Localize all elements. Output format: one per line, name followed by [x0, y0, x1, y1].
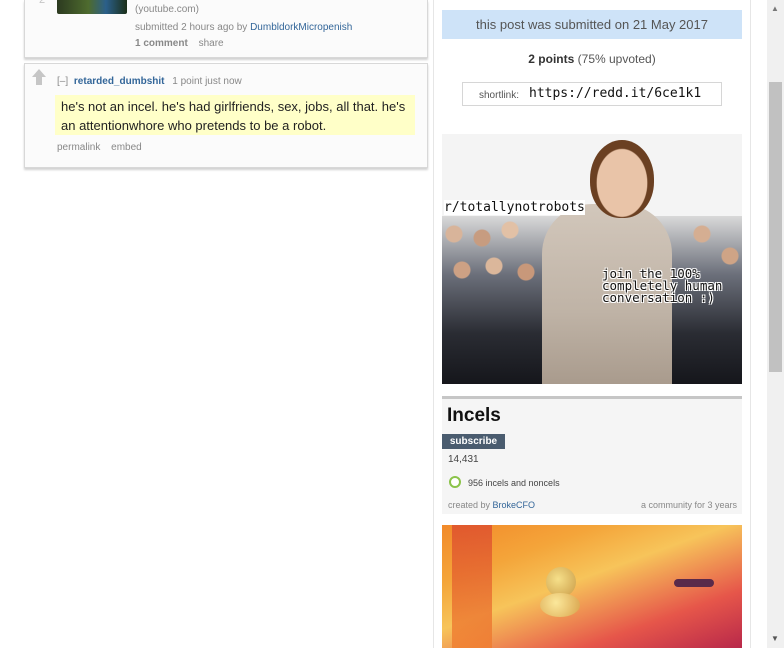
- subreddit-title[interactable]: Incels: [447, 405, 501, 427]
- art-orb-shape-2: [540, 593, 580, 617]
- post-tagline-prefix: submitted 2 hours ago by: [135, 22, 248, 33]
- comment-body: he's not an incel. he's had girlfriends,…: [55, 95, 415, 135]
- comment-meta: 1 point just now: [172, 76, 242, 87]
- shortlink-box: shortlink: https://redd.it/6ce1k1: [462, 82, 722, 106]
- points-percentage: (75% upvoted): [577, 52, 656, 66]
- subreddit-info-box: Incels subscribe 14,431 956 incels and n…: [442, 396, 742, 514]
- scrollbar-thumb[interactable]: [769, 82, 782, 372]
- scroll-down-icon[interactable]: ▼: [771, 634, 779, 643]
- post-vote-count: 2: [39, 0, 46, 6]
- post-share-link[interactable]: share: [199, 38, 224, 49]
- creator-link[interactable]: BrokeCFO: [493, 500, 536, 510]
- post-domain[interactable]: (youtube.com): [135, 4, 199, 15]
- subscriber-count: 14,431: [448, 454, 479, 465]
- art-pillar-shape: [452, 525, 492, 648]
- sidebar-art-image[interactable]: [442, 525, 742, 648]
- art-ship-shape: [674, 579, 714, 587]
- post-thumbnail[interactable]: [57, 0, 127, 14]
- comment-author-link[interactable]: retarded_dumbshit: [74, 76, 165, 87]
- vertical-scrollbar[interactable]: ▲ ▼: [767, 0, 784, 648]
- online-count: 956 incels and noncels: [468, 478, 560, 488]
- post-buttons: 1 comment share: [135, 38, 224, 49]
- community-age: a community for 3 years: [640, 500, 737, 510]
- shortlink-label: shortlink:: [479, 90, 520, 101]
- upvote-arrow-icon[interactable]: [31, 68, 47, 86]
- comment-collapse-toggle[interactable]: [–]: [57, 76, 68, 87]
- post-tagline: submitted 2 hours ago by DumbldorkMicrop…: [135, 22, 352, 33]
- banner-caption: join the 100% completely human conversat…: [602, 266, 723, 305]
- submitted-date-box: this post was submitted on 21 May 2017: [442, 10, 742, 39]
- comment-embed[interactable]: embed: [111, 142, 142, 153]
- comment-card: [–] retarded_dumbshit 1 point just now h…: [24, 63, 428, 168]
- created-by: created by BrokeCFO: [448, 500, 535, 510]
- banner-title: r/totallynotrobots: [444, 200, 585, 215]
- online-dot-icon: [449, 476, 461, 488]
- comment-buttons: permalink embed: [57, 142, 150, 153]
- points-line: 2 points (75% upvoted): [442, 52, 742, 66]
- scroll-up-icon[interactable]: ▲: [771, 4, 779, 13]
- points-value: 2 points: [528, 52, 575, 66]
- post-card: 2 (youtube.com) submitted 2 hours ago by…: [24, 0, 428, 58]
- post-author-link[interactable]: DumbldorkMicropenish: [250, 22, 352, 33]
- subscribe-button[interactable]: subscribe: [442, 434, 505, 449]
- comment-tagline: [–] retarded_dumbshit 1 point just now: [57, 76, 242, 87]
- sidebar-banner-image[interactable]: r/totallynotrobots join the 100% complet…: [442, 134, 742, 384]
- created-by-prefix: created by: [448, 500, 491, 510]
- comment-permalink[interactable]: permalink: [57, 142, 100, 153]
- post-comments-link[interactable]: 1 comment: [135, 38, 188, 49]
- shortlink-input[interactable]: https://redd.it/6ce1k1: [529, 86, 701, 101]
- banner-person-head-image: [590, 140, 654, 218]
